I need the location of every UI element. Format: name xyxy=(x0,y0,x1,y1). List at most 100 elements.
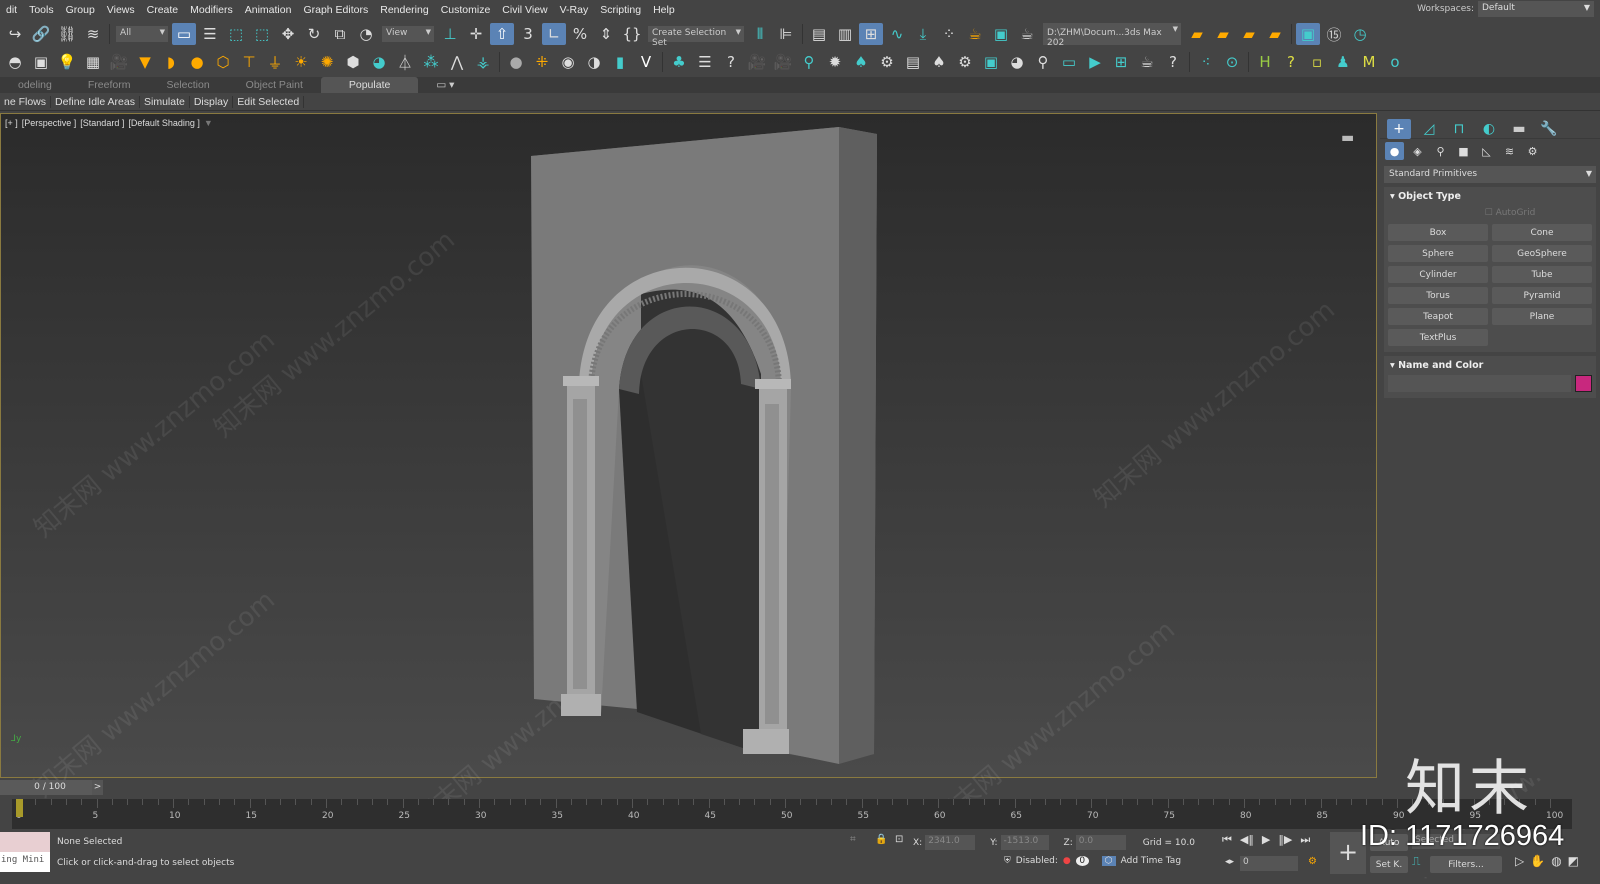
maximize-icon[interactable]: ◩ xyxy=(1568,854,1579,868)
list-icon[interactable]: ☰ xyxy=(693,51,717,73)
light-bulb-icon[interactable]: 💡 xyxy=(55,51,79,73)
primitive-textplus-button[interactable]: TextPlus xyxy=(1388,329,1488,346)
autosave-icon[interactable]: ▣ xyxy=(1296,23,1320,45)
scene-explorer-icon[interactable]: ⊞ xyxy=(859,23,883,45)
grass-icon[interactable]: ⋀ xyxy=(445,51,469,73)
record-icon[interactable]: ● xyxy=(1063,856,1071,866)
menu-modifiers[interactable]: Modifiers xyxy=(184,4,239,16)
spacewarps-icon[interactable]: ≋ xyxy=(1500,142,1519,160)
bulb-icon[interactable]: ⚲ xyxy=(797,51,821,73)
forest-icon[interactable]: ♣ xyxy=(667,51,691,73)
bind-spacewarp-icon[interactable]: ≋ xyxy=(81,23,105,45)
box-icon[interactable]: ▣ xyxy=(29,51,53,73)
ribbon-button-1[interactable]: Define Idle Areas xyxy=(51,95,140,108)
time-config-icon[interactable]: ⚙ xyxy=(1308,856,1317,867)
z-coordinate[interactable]: 0.0 xyxy=(1075,835,1126,850)
plugin-b-icon[interactable]: ▫ xyxy=(1305,51,1329,73)
shapes-icon[interactable]: ◈ xyxy=(1408,142,1427,160)
split-icon[interactable]: ⊞ xyxy=(1109,51,1133,73)
plugin-m-icon[interactable]: M xyxy=(1357,51,1381,73)
layer-explorer-icon[interactable]: ▤ xyxy=(807,23,831,45)
key-filters-button[interactable]: Filters... xyxy=(1430,856,1502,873)
menu-rendering[interactable]: Rendering xyxy=(374,4,434,16)
menu-v-ray[interactable]: V-Ray xyxy=(554,4,595,16)
project-folder-dropdown[interactable]: D:\ZHM\Docum...3ds Max 202 xyxy=(1043,23,1181,48)
select-by-name-icon[interactable]: ☰ xyxy=(198,23,222,45)
zero-icon[interactable]: 0 xyxy=(1075,856,1089,866)
align-icon[interactable]: ⊫ xyxy=(774,23,798,45)
plugin-p-icon[interactable]: ? xyxy=(1279,51,1303,73)
gear-refresh-icon[interactable]: ⚙ xyxy=(875,51,899,73)
key-mode-icon[interactable]: ◂▸ xyxy=(1225,857,1234,867)
schematic-icon[interactable]: ⁘ xyxy=(937,23,961,45)
menu-animation[interactable]: Animation xyxy=(239,4,298,16)
menu-help[interactable]: Help xyxy=(647,4,681,16)
primitive-sphere-button[interactable]: Sphere xyxy=(1388,245,1488,262)
ribbon-button-4[interactable]: Edit Selected xyxy=(233,95,305,108)
go-to-end-icon[interactable]: ⏭ xyxy=(1300,833,1310,847)
menu-create[interactable]: Create xyxy=(141,4,185,16)
primitive-teapot-button[interactable]: Teapot xyxy=(1388,308,1488,325)
key-tangent-icon[interactable]: ⎍ xyxy=(1412,854,1420,869)
mirror-icon[interactable]: ⫴ xyxy=(748,23,772,45)
tree-icon[interactable]: ♠ xyxy=(849,51,873,73)
tab-freeform[interactable]: Freeform xyxy=(70,77,149,93)
fire-icon[interactable]: ⚶ xyxy=(471,51,495,73)
link-icon[interactable]: 🔗 xyxy=(29,23,53,45)
display-icon[interactable]: ▬ xyxy=(1507,119,1531,139)
folder-tree-icon[interactable]: ▰ xyxy=(1237,23,1261,45)
menu-views[interactable]: Views xyxy=(101,4,141,16)
plugin-a-icon[interactable]: ♟ xyxy=(1331,51,1355,73)
primitive-geosphere-button[interactable]: GeoSphere xyxy=(1492,245,1592,262)
dome-light-icon[interactable]: ◗ xyxy=(159,51,183,73)
sun-icon[interactable]: ☀ xyxy=(289,51,313,73)
scale-icon[interactable]: ⧉ xyxy=(328,23,352,45)
snap-3d-icon[interactable]: 3 xyxy=(516,23,540,45)
spinner-snap-icon[interactable]: ⇕ xyxy=(594,23,618,45)
prev-frame-icon[interactable]: ◀‖ xyxy=(1240,833,1254,847)
tree-doc-icon[interactable]: ♠ xyxy=(927,51,951,73)
camera-add-icon[interactable]: 🎥 xyxy=(771,51,795,73)
primitive-box-button[interactable]: Box xyxy=(1388,224,1488,241)
light-lister-icon[interactable]: ▦ xyxy=(81,51,105,73)
clock-icon[interactable]: ◷ xyxy=(1348,23,1372,45)
vfb-icon[interactable]: ▮ xyxy=(608,51,632,73)
display-icon[interactable]: ▣ xyxy=(979,51,1003,73)
mesh-light-icon[interactable]: ⏚ xyxy=(263,51,287,73)
menu-civil-view[interactable]: Civil View xyxy=(496,4,553,16)
current-frame-field[interactable]: 0 xyxy=(1240,856,1298,871)
help2-icon[interactable]: ? xyxy=(1161,51,1185,73)
sky-icon[interactable]: ✺ xyxy=(315,51,339,73)
next-frame-icon[interactable]: ‖▶ xyxy=(1278,833,1292,847)
add-time-tag-button[interactable]: Add Time Tag xyxy=(1121,856,1181,866)
time-slider[interactable]: 0 / 100 xyxy=(0,780,100,795)
rect-selection-icon[interactable]: ⬚ xyxy=(224,23,248,45)
select-object-icon[interactable]: ▭ xyxy=(172,23,196,45)
place-icon[interactable]: ◔ xyxy=(354,23,378,45)
arnold-icon[interactable]: ◓ xyxy=(3,51,27,73)
object-color-swatch[interactable] xyxy=(1575,375,1592,392)
vray-sphere-icon[interactable]: ◕ xyxy=(367,51,391,73)
menu-customize[interactable]: Customize xyxy=(435,4,497,16)
dope-sheet-icon[interactable]: ⤓ xyxy=(911,23,935,45)
object-type-header[interactable]: ▾ Object Type xyxy=(1388,190,1592,206)
primitive-plane-button[interactable]: Plane xyxy=(1492,308,1592,325)
video-camera-icon[interactable]: 🎥 xyxy=(745,51,769,73)
folder-icon[interactable]: ▰ xyxy=(1211,23,1235,45)
render-frame-icon[interactable]: ▣ xyxy=(989,23,1013,45)
primitive-cone-button[interactable]: Cone xyxy=(1492,224,1592,241)
material-icon[interactable]: ● xyxy=(504,51,528,73)
plugin-o-icon[interactable]: o xyxy=(1383,51,1407,73)
utilities-icon[interactable]: 🔧 xyxy=(1537,119,1561,139)
reference-coordinate-dropdown[interactable]: View xyxy=(382,26,434,42)
lock-icon[interactable]: 🔒 xyxy=(875,834,887,845)
plane-icon[interactable]: ⏃ xyxy=(393,51,417,73)
set-key-mode-button[interactable]: Set K. xyxy=(1370,856,1408,873)
geometry-icon[interactable]: ● xyxy=(1385,142,1404,160)
ribbon-button-2[interactable]: Simulate xyxy=(140,95,190,108)
vray-logo-icon[interactable]: V xyxy=(634,51,658,73)
create-icon[interactable]: + xyxy=(1387,119,1411,139)
selection-filter-dropdown[interactable]: All xyxy=(116,26,168,42)
tab-object-paint[interactable]: Object Paint xyxy=(228,77,321,93)
menu-tools[interactable]: Tools xyxy=(23,4,60,16)
